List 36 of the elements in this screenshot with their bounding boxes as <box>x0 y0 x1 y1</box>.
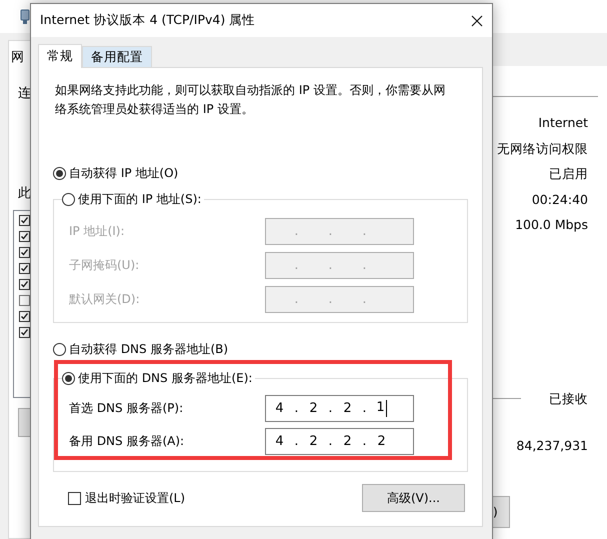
ip-address-field[interactable]: 4 . 2 . 2 . 2 <box>265 428 414 455</box>
tab[interactable]: 备用配置 <box>82 46 152 67</box>
close-icon[interactable] <box>471 14 483 26</box>
received-label: 已接收 <box>549 390 588 408</box>
field-label: 默认网关(D): <box>69 291 140 308</box>
property-value: Internet <box>538 114 588 132</box>
checkbox[interactable] <box>19 295 30 306</box>
field-label: IP 地址(I): <box>69 223 125 240</box>
property-value: 100.0 Mbps <box>515 216 588 234</box>
checkbox[interactable] <box>19 263 30 274</box>
label: 此 <box>18 185 32 202</box>
property-value: 已启用 <box>549 165 588 183</box>
checkbox[interactable] <box>19 279 30 290</box>
checkbox[interactable] <box>19 247 30 258</box>
radio-button[interactable]: 使用下面的 DNS 服务器地址(E): <box>62 369 256 387</box>
network-adapter-icon <box>20 8 30 24</box>
label: 连 <box>18 85 32 102</box>
description: 如果网络支持此功能，则可以获取自动指派的 IP 设置。否则，你需要从网络系统管理员处获得适当的 IP 设置。 <box>55 82 446 118</box>
field-label: 首选 DNS 服务器(P): <box>69 400 184 417</box>
checkbox[interactable]: 退出时验证设置(L) <box>68 490 186 506</box>
received-bytes: 84,237,931 <box>516 437 588 455</box>
property-value: 00:24:40 <box>532 190 588 208</box>
field-label: 子网掩码(U): <box>69 257 140 274</box>
ip-address-field[interactable]: 4 . 2 . 2 . 1 <box>265 395 414 422</box>
tab[interactable]: 常规 <box>38 44 82 68</box>
text-cursor <box>386 400 387 417</box>
window-title: Internet 协议版本 4 (TCP/IPv4) 属性 <box>40 12 256 29</box>
checkbox[interactable] <box>19 215 30 226</box>
checkbox[interactable] <box>19 327 30 338</box>
checkbox[interactable] <box>19 231 30 242</box>
checkbox[interactable] <box>19 311 30 322</box>
button[interactable]: ) <box>493 496 510 528</box>
advanced-button[interactable]: 高级(V)... <box>362 484 465 512</box>
radio-button[interactable]: 使用下面的 IP 地址(S): <box>62 190 204 208</box>
property-value: 无网络访问权限 <box>497 140 588 158</box>
field-label: 备用 DNS 服务器(A): <box>69 433 184 450</box>
